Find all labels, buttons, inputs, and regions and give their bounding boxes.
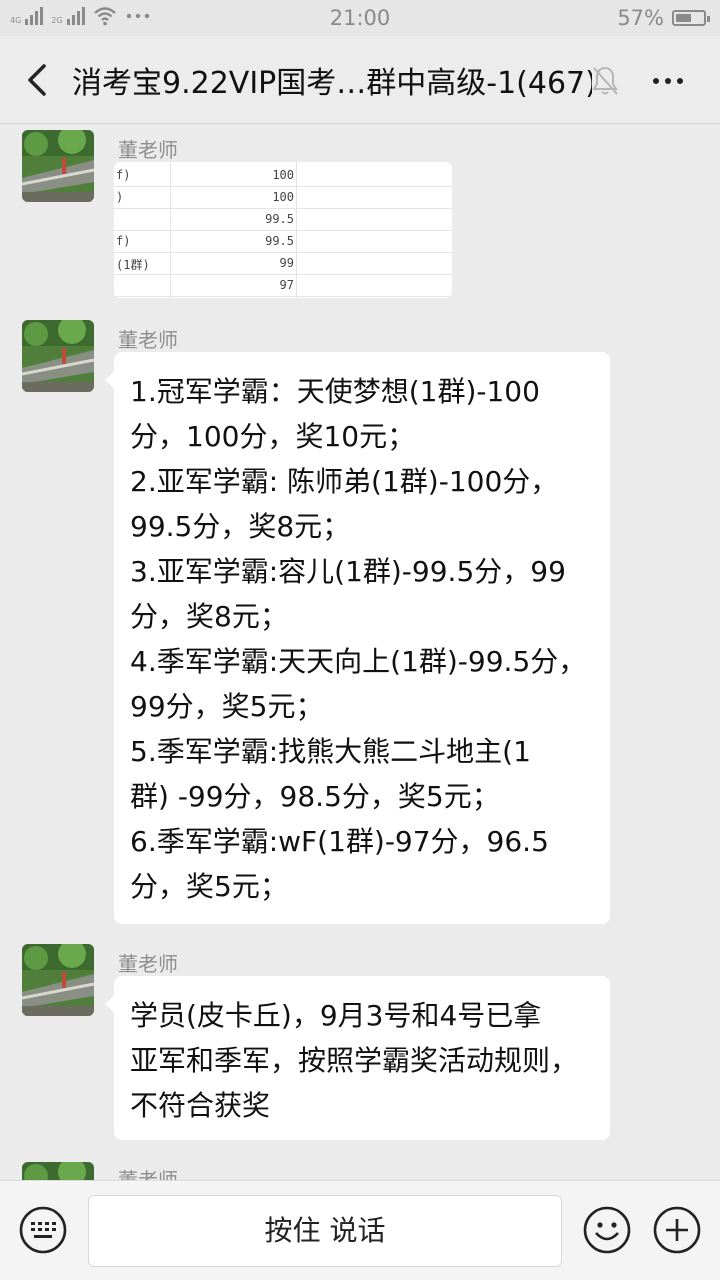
chat-message-list[interactable]: 董老师 f) 100) 100 99.5 f) 99.5 (1群) 99 97 董老师 1.冠军…	[0, 124, 720, 1180]
battery-percent: 57%	[617, 6, 664, 30]
chat-input-bar: 按住 说话	[0, 1180, 720, 1280]
message-line: 4.季军学霸:天天向上(1群)-99.5分，	[130, 645, 587, 678]
muted-bell-icon	[592, 66, 618, 95]
image-table-row: 97	[114, 274, 452, 297]
image-table-name: )	[116, 190, 124, 204]
sender-name: 董老师	[118, 952, 178, 976]
sender-avatar[interactable]	[22, 130, 94, 202]
back-arrow-icon[interactable]	[20, 60, 56, 100]
image-table-score: 99	[279, 256, 294, 270]
message-line: 不符合获奖	[130, 1089, 271, 1122]
image-table-score: 99.5	[265, 212, 294, 226]
image-table-name: f)	[116, 234, 131, 248]
message-line: 分，奖5元；	[130, 870, 288, 903]
message-line: 分，100分，奖10元；	[130, 420, 416, 453]
chat-title: 消考宝9.22VIP国考…群中高级-1(467)	[72, 66, 592, 101]
add-attachment-icon[interactable]	[652, 1205, 702, 1255]
image-table-score: 97	[279, 278, 294, 292]
message-line: 99分，奖5元；	[130, 690, 324, 723]
image-table-name: f)	[116, 168, 131, 182]
image-table-score: 100	[272, 190, 294, 204]
message-line: 亚军和季军，按照学霸奖活动规则，	[130, 1044, 579, 1077]
emoji-icon[interactable]	[582, 1205, 632, 1255]
message-line: 群) -99分，98.5分，奖5元；	[130, 780, 500, 813]
message-line: 学员(皮卡丘)，9月3号和4号已拿	[130, 999, 542, 1032]
message-line: 99.5分，奖8元；	[130, 510, 351, 543]
sender-avatar[interactable]	[22, 944, 94, 1016]
sender-name: 董老师	[118, 328, 178, 352]
status-bar: 4G 2G 21:00 57%	[0, 0, 720, 36]
message-line: 3.亚军学霸:容儿(1群)-99.5分，99	[130, 555, 566, 588]
message-line: 1.冠军学霸：天使梦想(1群)-100	[130, 375, 540, 408]
image-table-score: 100	[272, 168, 294, 182]
image-table-row: f) 100	[114, 164, 452, 187]
image-table-score: 99.5	[265, 234, 294, 248]
image-table-row: (1群) 99	[114, 252, 452, 275]
image-table-row: 99.5	[114, 208, 452, 231]
sender-avatar[interactable]	[22, 1162, 94, 1180]
message-line: 6.季军学霸:wF(1群)-97分，96.5	[130, 825, 549, 858]
message-line: 分，奖8元；	[130, 600, 288, 633]
battery-icon	[672, 10, 710, 26]
sender-name: 董老师	[118, 138, 178, 162]
image-table-row: f) 99.5	[114, 230, 452, 253]
sender-avatar[interactable]	[22, 320, 94, 392]
keyboard-toggle-icon[interactable]	[18, 1205, 68, 1255]
image-message-thumbnail[interactable]: f) 100) 100 99.5 f) 99.5 (1群) 99 97	[114, 162, 452, 298]
hold-to-talk-button[interactable]: 按住 说话	[88, 1195, 562, 1267]
text-message-bubble[interactable]: 学员(皮卡丘)，9月3号和4号已拿 亚军和季军，按照学霸奖活动规则， 不符合获奖	[105, 976, 610, 1140]
image-table-name: (1群)	[116, 258, 150, 272]
chat-header: 消考宝9.22VIP国考…群中高级-1(467)	[0, 36, 720, 124]
message-line: 5.季军学霸:找熊大熊二斗地主(1	[130, 735, 531, 768]
message-line: 2.亚军学霸: 陈师弟(1群)-100分，	[130, 465, 559, 498]
more-options-icon[interactable]	[648, 66, 688, 96]
image-table-row: ) 100	[114, 186, 452, 209]
status-time: 21:00	[329, 6, 391, 30]
text-message-bubble[interactable]: 1.冠军学霸：天使梦想(1群)-100 分，100分，奖10元； 2.亚军学霸:…	[105, 352, 610, 924]
sender-name: 董老师	[118, 1168, 178, 1180]
